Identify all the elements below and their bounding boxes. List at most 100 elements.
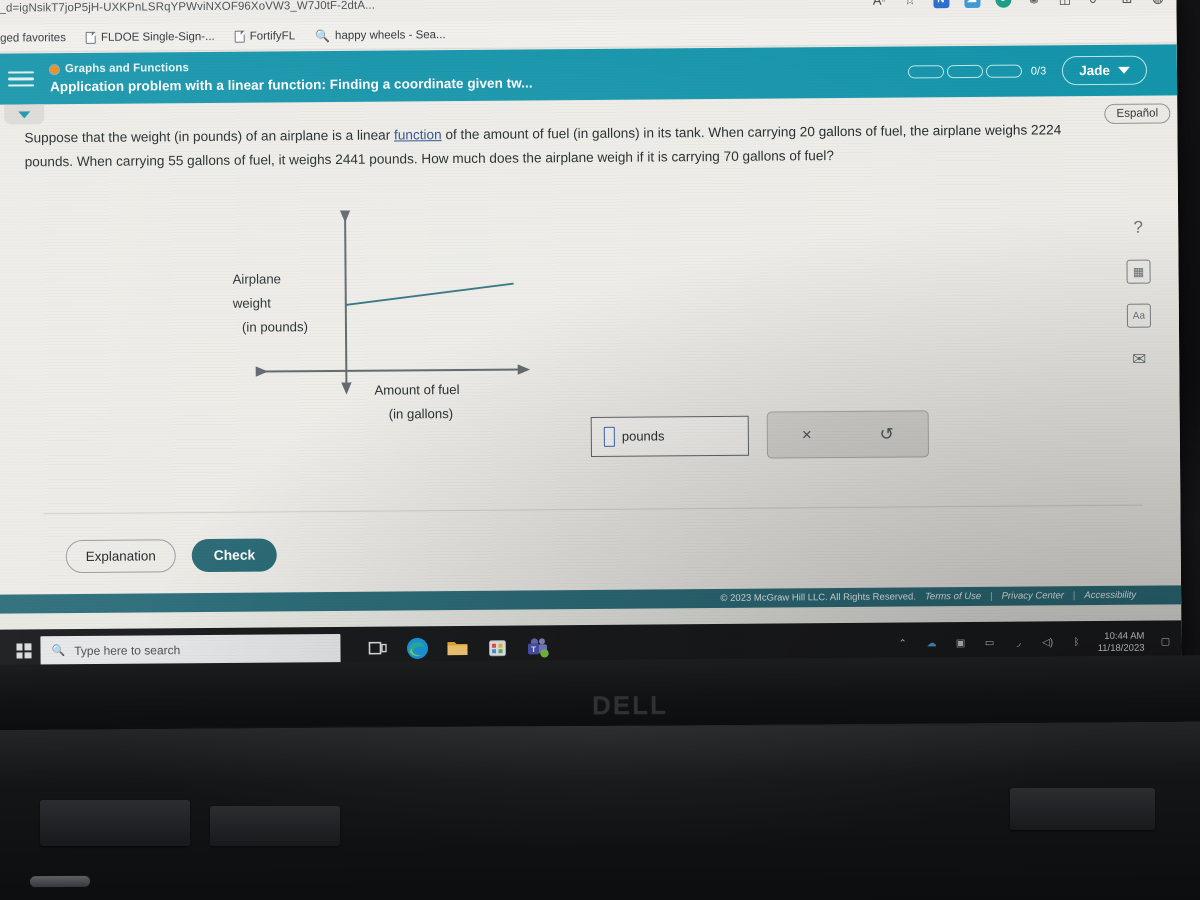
privacy-center-link[interactable]: Privacy Center [1002, 590, 1064, 601]
function-glossary-link[interactable]: function [394, 127, 442, 142]
progress-indicator: 0/3 [907, 64, 1047, 79]
x-axis-label-line2: (in gallons) [388, 406, 454, 422]
file-explorer-icon[interactable] [444, 634, 470, 660]
page-title: Application problem with a linear functi… [50, 75, 533, 95]
undo-button[interactable]: ↺ [880, 424, 894, 444]
laptop-photo: _d=igNsikT7joP5jH-UXKPnLSRqYPWviNXOF96Xo… [0, 0, 1200, 900]
explanation-button[interactable]: Explanation [65, 539, 176, 574]
header-topic-row: Graphs and Functions [49, 56, 908, 76]
bookmark-item[interactable]: FLDOE Single-Sign-... [76, 28, 225, 45]
taskbar-clock[interactable]: 10:44 AM 11/18/2023 [1098, 630, 1145, 654]
footer-separator: | [1072, 590, 1076, 602]
star-icon[interactable]: ☆ [901, 0, 918, 9]
answer-unit-label: pounds [621, 428, 665, 444]
wifi-icon[interactable]: ◞ [1011, 635, 1027, 651]
laptop-screen: _d=igNsikT7joP5jH-UXKPnLSRqYPWviNXOF96Xo… [0, 0, 1182, 673]
keyboard-key-cluster [1010, 788, 1155, 830]
extension-n-icon[interactable]: N [932, 0, 949, 8]
question-text-part1: Suppose that the weight (in pounds) of a… [24, 127, 395, 146]
bookmark-label: FortifyFL [249, 29, 296, 43]
extension-onedrive-icon[interactable]: ☁ [963, 0, 980, 8]
y-axis-label-line2: weight [232, 295, 271, 311]
app-header: Graphs and Functions Application problem… [0, 44, 1178, 105]
profile-icon[interactable]: ◍ [1149, 0, 1166, 7]
content-divider [43, 504, 1143, 515]
collections-icon[interactable]: ⊞ [1118, 0, 1135, 7]
y-axis-label-line3: (in pounds) [241, 319, 309, 335]
notification-icon[interactable]: ▢ [1157, 634, 1173, 650]
calculator-icon[interactable]: ▦ [1126, 259, 1151, 284]
taskbar-search-input[interactable]: 🔍 Type here to search [40, 633, 341, 666]
taskbar-pinned-apps: T [364, 634, 550, 661]
answer-tools-panel: × ↺ [766, 410, 930, 459]
laptop-latch [29, 875, 91, 888]
microsoft-store-icon[interactable] [484, 634, 510, 660]
answer-area: pounds × ↺ [590, 410, 930, 460]
volume-icon[interactable]: ◁) [1040, 635, 1056, 651]
onedrive-icon[interactable]: ☁ [924, 636, 940, 652]
battery-icon[interactable]: ▭ [982, 635, 998, 651]
address-bar-url[interactable]: _d=igNsikT7joP5jH-UXKPnLSRqYPWviNXOF96Xo… [0, 0, 870, 15]
bookmark-item[interactable]: 🔍 happy wheels - Sea... [305, 26, 456, 45]
bookmark-item[interactable]: FortifyFL [225, 28, 305, 45]
app-footer: © 2023 McGraw Hill LLC. All Rights Reser… [0, 585, 1182, 614]
header-right: 0/3 Jade [907, 55, 1177, 86]
screen-share-icon[interactable]: ▣ [953, 636, 969, 652]
empty-answer-box-icon [603, 426, 615, 447]
progress-segment [946, 64, 983, 79]
user-menu-button[interactable]: Jade [1062, 55, 1148, 86]
keyboard-key-cluster [210, 806, 340, 846]
aleks-application: Graphs and Functions Application problem… [0, 44, 1182, 614]
keyboard-key-cluster [40, 800, 190, 846]
clear-answer-button[interactable]: × [802, 425, 812, 445]
copyright-text: © 2023 McGraw Hill LLC. All Rights Reser… [720, 591, 917, 604]
topic-label: Graphs and Functions [64, 62, 190, 76]
x-axis-label: Amount of fuel (in gallons) [374, 377, 544, 426]
header-text-block: Graphs and Functions Application problem… [49, 56, 908, 95]
mail-envelope-icon[interactable]: ✉ [1127, 348, 1151, 372]
browser-toolbar: A𝔫 ☆ N ☁ ● ❁ ◫ ☍ ⊞ ◍ [870, 0, 1168, 9]
progress-segment [985, 64, 1022, 78]
topic-status-dot-icon [49, 64, 59, 74]
question-content: Suppose that the weight (in pounds) of a… [0, 95, 1182, 614]
question-text: Suppose that the weight (in pounds) of a… [24, 118, 1107, 175]
page-icon [234, 30, 245, 43]
reading-aloud-icon[interactable]: A𝔫 [870, 0, 887, 9]
terms-of-use-link[interactable]: Terms of Use [925, 591, 981, 602]
browser-essentials-icon[interactable]: ❁ [1025, 0, 1042, 8]
accessibility-link[interactable]: Accessibility [1084, 590, 1136, 601]
graph-figure: Airplane weight (in pounds) Amount of fu… [233, 205, 535, 422]
bookmark-label: FLDOE Single-Sign-... [100, 30, 215, 44]
bookmarks-folder-label: aged favorites [0, 31, 66, 45]
chevron-up-icon[interactable]: ⌃ [895, 636, 911, 652]
teams-icon[interactable]: T [524, 634, 550, 660]
favorites-icon[interactable]: ☍ [1087, 0, 1104, 7]
footer-separator: | [990, 590, 993, 602]
bookmark-label: happy wheels - Sea... [334, 28, 446, 42]
answer-input[interactable]: pounds [590, 415, 749, 457]
user-name: Jade [1079, 62, 1111, 79]
task-view-icon[interactable] [364, 635, 390, 661]
search-icon: 🔍 [51, 645, 66, 658]
progress-count: 0/3 [1030, 64, 1047, 78]
edge-browser-icon[interactable] [404, 635, 430, 661]
page-icon [85, 31, 96, 44]
reference-sheet-icon[interactable]: Aa [1126, 303, 1151, 328]
progress-segment [907, 65, 944, 79]
hamburger-menu-icon[interactable] [7, 71, 35, 87]
clock-time: 10:44 AM [1104, 630, 1145, 642]
y-axis-label-line1: Airplane [232, 271, 282, 287]
search-placeholder: Type here to search [74, 642, 181, 658]
bluetooth-icon[interactable]: ᛒ [1069, 635, 1085, 651]
check-button[interactable]: Check [191, 538, 278, 573]
clock-date: 11/18/2023 [1097, 642, 1145, 654]
language-toggle-button[interactable]: Español [1104, 103, 1171, 124]
help-question-icon[interactable]: ? [1126, 216, 1150, 240]
extension-shield-icon[interactable]: ● [994, 0, 1011, 8]
x-axis-label-line1: Amount of fuel [374, 381, 460, 398]
split-screen-icon[interactable]: ◫ [1056, 0, 1073, 7]
y-axis-label: Airplane weight (in pounds) [233, 267, 339, 340]
brand-logo: DELL [591, 689, 669, 721]
chevron-down-icon [1117, 66, 1131, 74]
search-icon: 🔍 [315, 28, 331, 43]
